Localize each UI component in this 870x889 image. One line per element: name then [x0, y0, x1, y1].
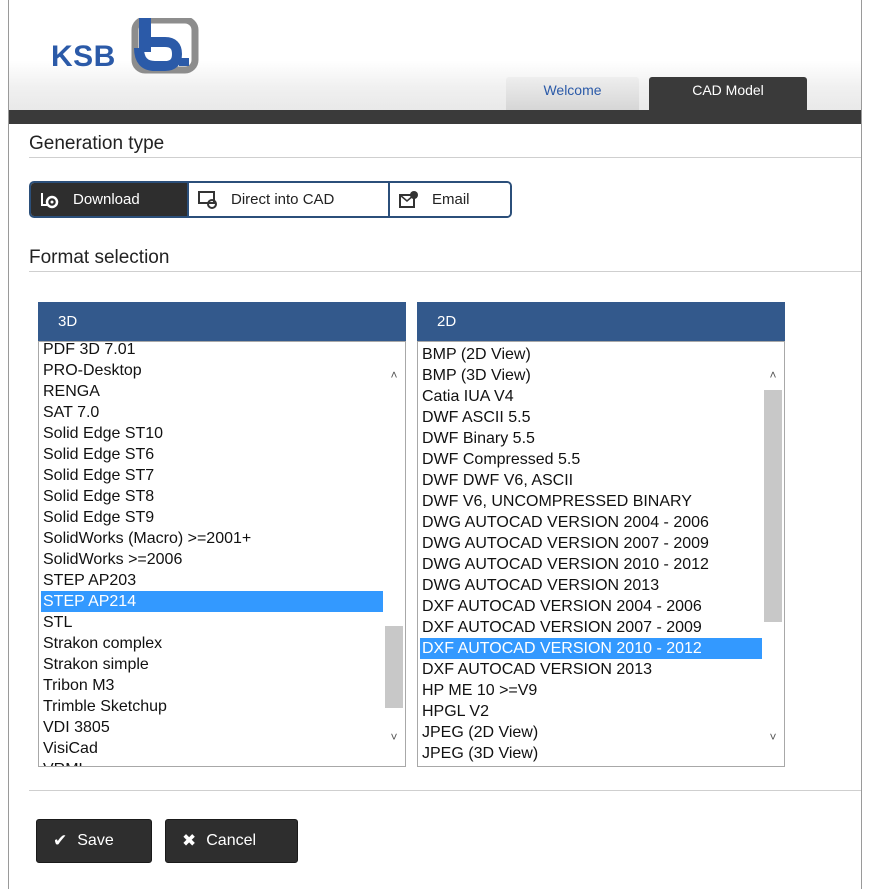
2d-list-item[interactable]: DXF AUTOCAD VERSION 2004 - 2006 [420, 596, 765, 617]
3d-list-item[interactable]: Solid Edge ST6 [41, 444, 386, 465]
direct-into-cad-button[interactable]: Direct into CAD [189, 183, 390, 216]
list-3d-body[interactable]: PDF 3D 7.01 PRO-Desktop RENGA SAT 7.0 Solid … [38, 341, 406, 767]
3d-list-item[interactable]: Solid Edge ST9 [41, 507, 386, 528]
list-3d: 3D PDF 3D 7.01 PRO-Desktop RENGA SAT 7.0 Sol… [38, 302, 406, 767]
list-2d-items: BMP (2D View) BMP (3D View) Catia IUA V4 DW… [420, 344, 765, 764]
email-gear-icon [399, 190, 418, 208]
3d-list-item[interactable]: Trimble Sketchup [41, 696, 386, 717]
email-label: Email [432, 191, 470, 208]
close-icon: ✖ [182, 831, 197, 850]
tab-cad-model[interactable]: CAD Model [649, 77, 807, 110]
3d-list-item[interactable]: VisiCad [41, 738, 386, 759]
scroll-thumb[interactable] [385, 626, 403, 708]
2d-list-item[interactable]: Catia IUA V4 [420, 386, 765, 407]
3d-list-item[interactable]: Solid Edge ST7 [41, 465, 386, 486]
2d-list-item[interactable]: DWF Binary 5.5 [420, 428, 765, 449]
header-bar [9, 110, 861, 124]
3d-list-item[interactable]: PRO-Desktop [41, 360, 386, 381]
3d-list-item[interactable]: RENGA [41, 381, 386, 402]
chevron-up-icon[interactable]: ˄ [762, 364, 784, 386]
2d-list-item[interactable]: DWF V6, UNCOMPRESSED BINARY [420, 491, 765, 512]
header: KSB Welcome CAD Model [9, 0, 861, 110]
list-3d-scrollbar[interactable]: ˄ ˅ [383, 342, 405, 766]
list-2d-header: 2D [417, 302, 785, 341]
list-2d-scrollbar[interactable]: ˄ ˅ [762, 342, 784, 766]
checkmark-icon: ✔ [53, 831, 68, 850]
download-button[interactable]: Download [31, 183, 189, 216]
gear-download-icon [41, 192, 59, 208]
2d-list-item[interactable]: DWG AUTOCAD VERSION 2007 - 2009 [420, 533, 765, 554]
2d-list-item[interactable]: DXF AUTOCAD VERSION 2010 - 2012 [420, 638, 765, 659]
scroll-thumb[interactable] [764, 390, 782, 622]
2d-list-item[interactable]: BMP (2D View) [420, 344, 765, 365]
2d-list-item[interactable]: DWG AUTOCAD VERSION 2010 - 2012 [420, 554, 765, 575]
2d-list-item[interactable]: DWF DWF V6, ASCII [420, 470, 765, 491]
cancel-label: Cancel [206, 832, 257, 849]
3d-list-item[interactable]: SolidWorks >=2006 [41, 549, 386, 570]
chevron-down-icon[interactable]: ˅ [762, 726, 784, 748]
3d-list-item[interactable]: STL [41, 612, 386, 633]
cad-monitor-icon [198, 190, 217, 209]
generation-type-group: Download Direct into CAD Email [29, 181, 512, 218]
list-2d: 2D BMP (2D View) BMP (3D View) Catia IUA V… [417, 302, 785, 767]
list-3d-header: 3D [38, 302, 406, 341]
3d-list-item[interactable]: STEP AP214 [41, 591, 386, 612]
3d-list-item[interactable]: Strakon simple [41, 654, 386, 675]
2d-list-item[interactable]: DWF ASCII 5.5 [420, 407, 765, 428]
3d-list-item[interactable]: STEP AP203 [41, 570, 386, 591]
tab-welcome-label: Welcome [543, 82, 602, 98]
save-button[interactable]: ✔ Save [36, 819, 152, 863]
3d-list-item[interactable]: PDF 3D 7.01 [41, 342, 386, 360]
3d-list-item[interactable]: Strakon complex [41, 633, 386, 654]
app-frame: KSB Welcome CAD Model Generation type Do… [8, 0, 862, 889]
3d-list-item[interactable]: Solid Edge ST8 [41, 486, 386, 507]
2d-list-item[interactable]: DWG AUTOCAD VERSION 2004 - 2006 [420, 512, 765, 533]
list-2d-body[interactable]: BMP (2D View) BMP (3D View) Catia IUA V4 DW… [417, 341, 785, 767]
3d-list-item[interactable]: VRML [41, 759, 386, 766]
generation-type-title: Generation type [29, 133, 165, 154]
ksb-logo: KSB [51, 10, 221, 80]
divider [29, 157, 861, 158]
2d-list-item[interactable]: DXF AUTOCAD VERSION 2013 [420, 659, 765, 680]
2d-list-item[interactable]: HPGL V2 [420, 701, 765, 722]
save-label: Save [77, 832, 114, 849]
format-selection-title: Format selection [29, 247, 170, 268]
cancel-button[interactable]: ✖ Cancel [165, 819, 298, 863]
list-3d-items: PDF 3D 7.01 PRO-Desktop RENGA SAT 7.0 Solid … [41, 342, 386, 766]
3d-list-item[interactable]: Solid Edge ST10 [41, 423, 386, 444]
email-button[interactable]: Email [390, 183, 510, 216]
tab-welcome[interactable]: Welcome [506, 77, 639, 110]
2d-list-item[interactable]: BMP (3D View) [420, 365, 765, 386]
2d-list-item[interactable]: HP ME 10 >=V9 [420, 680, 765, 701]
2d-list-item[interactable]: DXF AUTOCAD VERSION 2007 - 2009 [420, 617, 765, 638]
2d-list-item[interactable]: DWF Compressed 5.5 [420, 449, 765, 470]
3d-list-item[interactable]: Tribon M3 [41, 675, 386, 696]
divider [29, 790, 861, 791]
3d-list-item[interactable]: VDI 3805 [41, 717, 386, 738]
download-label: Download [73, 191, 140, 208]
direct-into-cad-label: Direct into CAD [231, 191, 335, 208]
logo-text: KSB [51, 40, 116, 73]
divider [29, 271, 861, 272]
logo-mark-icon [131, 18, 199, 74]
3d-list-item[interactable]: SAT 7.0 [41, 402, 386, 423]
chevron-up-icon[interactable]: ˄ [383, 364, 405, 386]
3d-list-item[interactable]: SolidWorks (Macro) >=2001+ [41, 528, 386, 549]
tab-cad-model-label: CAD Model [692, 82, 764, 98]
2d-list-item[interactable]: DWG AUTOCAD VERSION 2013 [420, 575, 765, 596]
2d-list-item[interactable]: JPEG (3D View) [420, 743, 765, 764]
chevron-down-icon[interactable]: ˅ [383, 726, 405, 748]
2d-list-item[interactable]: JPEG (2D View) [420, 722, 765, 743]
